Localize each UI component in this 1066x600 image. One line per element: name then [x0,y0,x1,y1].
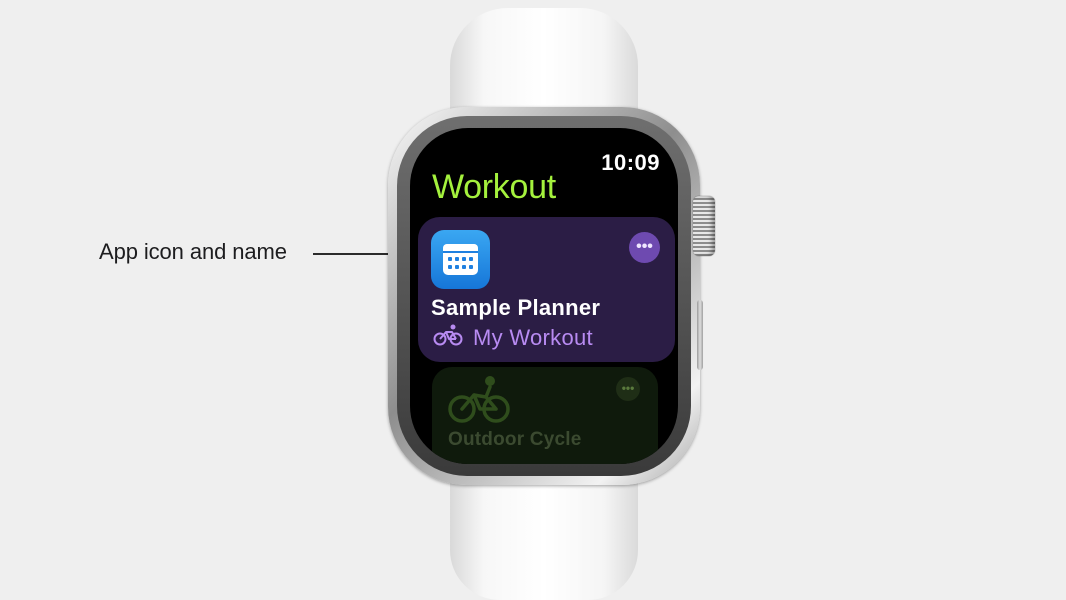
more-options-button[interactable]: ••• [616,377,640,401]
cyclist-icon [446,375,512,430]
watch-screen: 10:09 Workout ••• Sample Planner My Work… [410,128,678,464]
bicycle-icon [433,324,463,351]
status-time: 10:09 [601,150,660,175]
more-options-button[interactable]: ••• [629,232,660,263]
workout-name: My Workout [473,324,593,350]
workout-row: My Workout [433,324,593,351]
digital-crown[interactable] [693,196,715,256]
workout-name: Outdoor Cycle [448,429,582,450]
callout-label: App icon and name [99,239,287,264]
ellipsis-icon: ••• [621,381,635,395]
calendar-icon [431,230,490,289]
side-button[interactable] [697,300,703,370]
app-name: Sample Planner [431,295,601,320]
workout-card-sample-planner[interactable]: ••• Sample Planner My Workout [418,217,675,362]
workout-card-outdoor-cycle[interactable]: ••• Outdoor Cycle [432,367,658,464]
page-title: Workout [432,168,556,206]
ellipsis-icon: ••• [636,238,653,255]
